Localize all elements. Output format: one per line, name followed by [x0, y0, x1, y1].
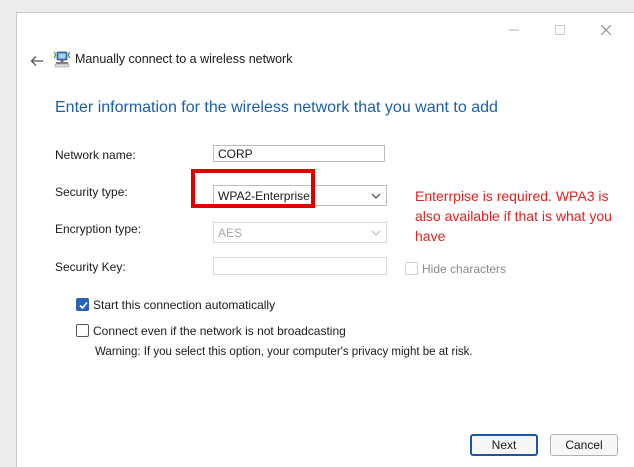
security-key-input[interactable]: [213, 257, 387, 275]
security-key-label: Security Key:: [55, 260, 126, 274]
network-name-label: Network name:: [55, 148, 136, 162]
connect-even-label: Connect even if the network is not broad…: [93, 324, 346, 338]
back-arrow-icon: [30, 56, 43, 66]
close-button[interactable]: [583, 17, 629, 43]
annotation-text: Enterrpise is required. WPA3 is also ava…: [415, 188, 612, 244]
encryption-type-select[interactable]: AES: [213, 222, 387, 243]
next-button[interactable]: Next: [470, 434, 538, 456]
chevron-down-icon: [371, 230, 381, 236]
privacy-warning: Warning: If you select this option, your…: [95, 346, 473, 358]
security-type-label: Security type:: [55, 185, 128, 199]
cancel-button[interactable]: Cancel: [550, 434, 618, 456]
chevron-down-icon: [371, 193, 381, 199]
maximize-icon: [555, 25, 565, 35]
annotation-highlight-box: [191, 169, 315, 208]
close-icon: [601, 25, 611, 35]
back-button[interactable]: [23, 49, 51, 73]
dialog-window: Manually connect to a wireless network E…: [16, 12, 634, 467]
minimize-button[interactable]: [491, 17, 537, 43]
hide-characters-label: Hide characters: [422, 262, 507, 276]
maximize-button[interactable]: [537, 17, 583, 43]
encryption-type-value: AES: [218, 226, 243, 240]
page-heading: Enter information for the wireless netwo…: [55, 99, 498, 116]
hide-characters-checkbox[interactable]: [405, 262, 418, 275]
connect-even-checkbox[interactable]: [76, 324, 89, 337]
network-name-input[interactable]: CORP: [213, 145, 385, 162]
checkmark-icon: [79, 301, 88, 310]
wireless-network-icon: [53, 51, 71, 68]
start-automatically-label: Start this connection automatically: [93, 298, 276, 312]
window-title: Manually connect to a wireless network: [75, 52, 293, 66]
minimize-icon: [509, 29, 519, 31]
encryption-type-label: Encryption type:: [55, 222, 142, 236]
start-automatically-checkbox[interactable]: [76, 298, 89, 311]
